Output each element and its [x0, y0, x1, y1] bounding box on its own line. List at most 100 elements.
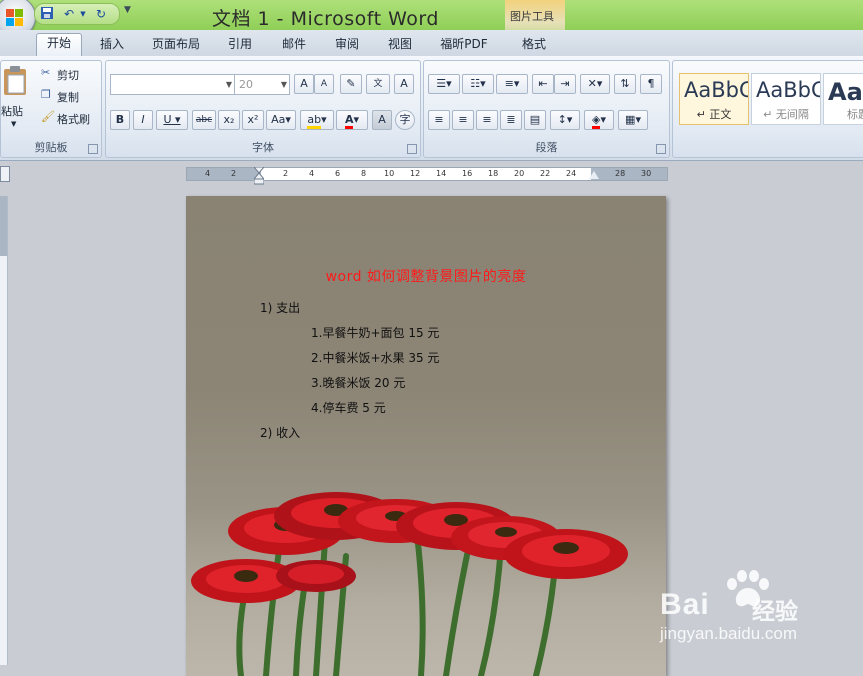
- align-left-icon[interactable]: ≡: [428, 110, 450, 130]
- tab-home[interactable]: 开始: [36, 33, 82, 57]
- paragraph-group-label: 段落: [535, 141, 558, 154]
- right-indent-marker-icon[interactable]: [589, 171, 599, 179]
- ruler-right-margin: [591, 168, 667, 180]
- ruler-tick: 24: [566, 169, 577, 178]
- borders-button[interactable]: ▦▾: [618, 110, 648, 130]
- style-heading[interactable]: Aa 标题: [823, 73, 863, 125]
- highlight-color-button[interactable]: ab▾: [300, 110, 334, 130]
- font-color-button[interactable]: A▾: [336, 110, 368, 130]
- superscript-button[interactable]: x²: [242, 110, 264, 130]
- paragraph-group: ☰▾ ☷▾ ≡▾ ⇤ ⇥ ✕▾ ⇅ ¶ ≡ ≡ ≡ ≣ ▤ ↕▾ ◈▾ ▦▾ 段…: [423, 60, 670, 158]
- tab-format[interactable]: 格式: [514, 35, 554, 55]
- clipboard-launcher-icon[interactable]: [88, 144, 98, 154]
- tab-foxit-pdf[interactable]: 福昕PDF: [432, 35, 496, 55]
- undo-dropdown-icon[interactable]: ▼: [75, 6, 91, 22]
- chevron-down-icon: ▼: [280, 80, 287, 89]
- tab-mailings[interactable]: 邮件: [274, 35, 314, 55]
- enclose-characters-icon[interactable]: 字: [395, 110, 415, 130]
- justify-icon[interactable]: ≣: [500, 110, 522, 130]
- ruler-tick: 2: [231, 169, 237, 178]
- font-group: ▼ 20 ▼ A A ✎ 文 A B I U ▾ abc x₂ x² Aa▾ a…: [105, 60, 421, 158]
- change-case-button[interactable]: Aa▾: [266, 110, 296, 130]
- font-color-letter: A: [344, 113, 354, 126]
- flower-image: [191, 492, 628, 676]
- chinese-layout-button[interactable]: ✕▾: [580, 74, 610, 94]
- show-marks-icon[interactable]: ¶: [640, 74, 662, 94]
- cut-button[interactable]: ✂ 剪切: [41, 65, 99, 83]
- tab-selector-icon[interactable]: [0, 166, 10, 182]
- ruler-tick: 10: [384, 169, 395, 178]
- bold-label: B: [115, 113, 125, 126]
- font-color-icon: A: [344, 113, 354, 129]
- numbering-button[interactable]: ☷▾: [462, 74, 494, 94]
- bold-button[interactable]: B: [110, 110, 130, 130]
- watermark: Bai 经验 jingyan.baidu.com: [660, 570, 860, 660]
- format-painter-button[interactable]: 🖌 格式刷: [41, 109, 99, 127]
- paste-label: 粘贴: [1, 105, 23, 118]
- ruler-tick: 2: [283, 169, 289, 178]
- phonetic-guide-icon[interactable]: 文: [366, 74, 390, 94]
- ruler-tick: 18: [488, 169, 499, 178]
- numbering-icon: ☷: [470, 77, 481, 90]
- paint-bucket-icon: ◈: [592, 113, 601, 129]
- style-heading-sample: Aa: [828, 78, 863, 106]
- sort-icon[interactable]: ⇅: [614, 74, 636, 94]
- save-icon[interactable]: [39, 6, 55, 22]
- tab-review[interactable]: 审阅: [327, 35, 367, 55]
- align-center-icon[interactable]: ≡: [452, 110, 474, 130]
- office-logo-icon: [6, 9, 24, 27]
- tab-view[interactable]: 视图: [380, 35, 420, 55]
- vertical-ruler[interactable]: [0, 196, 8, 665]
- underline-button[interactable]: U ▾: [156, 110, 188, 130]
- shrink-font-button[interactable]: A: [314, 74, 334, 94]
- font-launcher-icon[interactable]: [407, 144, 417, 154]
- italic-button[interactable]: I: [133, 110, 153, 130]
- strikethrough-button[interactable]: abc: [192, 110, 216, 130]
- document-line: 1) 支出: [260, 301, 301, 315]
- increase-indent-icon[interactable]: ⇥: [554, 74, 576, 94]
- window-title: 文档 1 - Microsoft Word: [212, 8, 439, 30]
- subscript-label: x₂: [223, 113, 235, 126]
- ruler-tick: 4: [205, 169, 211, 178]
- indent-marker-icon[interactable]: [254, 167, 264, 185]
- decrease-indent-icon[interactable]: ⇤: [532, 74, 554, 94]
- paste-icon: [4, 66, 26, 95]
- bullets-button[interactable]: ☰▾: [428, 74, 460, 94]
- grow-font-button[interactable]: A: [294, 74, 314, 94]
- tab-page-layout[interactable]: 页面布局: [146, 35, 206, 55]
- highlight-icon: ab: [307, 113, 322, 129]
- copy-icon: ❐: [41, 88, 51, 101]
- paste-button[interactable]: 粘贴 ▼: [1, 65, 31, 131]
- copy-button[interactable]: ❐ 复制: [41, 87, 99, 105]
- underline-label: U: [163, 113, 172, 126]
- tab-insert[interactable]: 插入: [92, 35, 132, 55]
- borders-icon: ▦: [625, 113, 636, 126]
- chevron-down-icon: ▼: [225, 80, 232, 89]
- clear-format-icon[interactable]: ✎: [340, 74, 362, 94]
- multilevel-list-icon: ≡: [504, 77, 514, 90]
- line-spacing-button[interactable]: ↕▾: [550, 110, 580, 130]
- ruler-tick: 4: [309, 169, 315, 178]
- ruler-tick: 12: [410, 169, 421, 178]
- redo-icon[interactable]: ↻: [93, 6, 109, 22]
- cut-label: 剪切: [57, 69, 79, 82]
- chinese-layout-icon: ✕: [587, 77, 597, 90]
- change-case-label: Aa: [271, 113, 286, 126]
- multilevel-list-button[interactable]: ≡▾: [496, 74, 528, 94]
- font-size-combo[interactable]: 20 ▼: [234, 74, 290, 95]
- character-border-icon[interactable]: A: [394, 74, 414, 94]
- style-normal-sample: AaBbC: [684, 78, 748, 102]
- style-normal[interactable]: AaBbC ↵ 正文: [679, 73, 749, 125]
- customize-qat-icon[interactable]: ▼: [124, 5, 131, 15]
- character-shading-icon[interactable]: A: [372, 110, 392, 130]
- font-name-combo[interactable]: ▼: [110, 74, 235, 95]
- distributed-icon[interactable]: ▤: [524, 110, 546, 130]
- scissors-icon: ✂: [41, 66, 51, 79]
- shading-button[interactable]: ◈▾: [584, 110, 614, 130]
- document-page[interactable]: word 如何调整背景图片的亮度 1) 支出 1.早餐牛奶+面包 15 元 2.…: [186, 196, 666, 676]
- align-right-icon[interactable]: ≡: [476, 110, 498, 130]
- tab-references[interactable]: 引用: [220, 35, 260, 55]
- style-no-spacing[interactable]: AaBbC ↵ 无间隔: [751, 73, 821, 125]
- subscript-button[interactable]: x₂: [218, 110, 240, 130]
- paragraph-launcher-icon[interactable]: [656, 144, 666, 154]
